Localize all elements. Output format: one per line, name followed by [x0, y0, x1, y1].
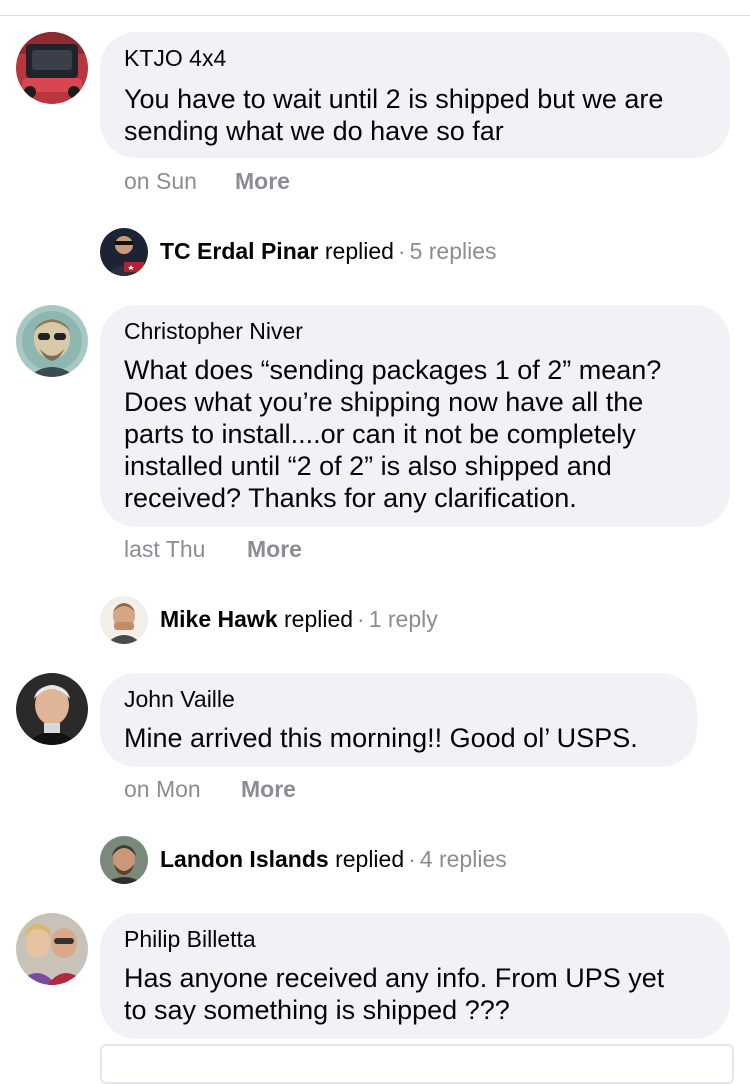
avatar-john-vaille[interactable]: [16, 673, 88, 745]
comment-text-line: installed until “2 of 2” is also shipped…: [124, 451, 612, 481]
avatar-christopher-niver[interactable]: [16, 305, 88, 377]
top-divider: [0, 15, 750, 16]
avatar-tc-erdal-pinar: [100, 228, 148, 276]
comment-timestamp[interactable]: on Sun: [124, 167, 197, 195]
comment-author[interactable]: KTJO 4x4: [124, 44, 226, 72]
reply-verb: replied: [284, 606, 354, 632]
separator-dot: ·: [408, 846, 416, 872]
comment-author[interactable]: Christopher Niver: [124, 317, 303, 345]
reply-count[interactable]: 4 replies: [420, 846, 507, 872]
reply-count[interactable]: 1 reply: [369, 606, 438, 632]
reply-author[interactable]: TC Erdal Pinar: [160, 238, 318, 264]
more-button[interactable]: More: [241, 775, 296, 803]
comment-text-line: Mine arrived this morning!! Good ol’ USP…: [124, 723, 638, 753]
comment-text-line: Has anyone received any info. From UPS y…: [124, 963, 665, 993]
comment-author[interactable]: John Vaille: [124, 685, 235, 713]
comment-author[interactable]: Philip Billetta: [124, 925, 256, 953]
avatar-mike-hawk: [100, 596, 148, 644]
comment-text-line: parts to install....or can it not be com…: [124, 419, 636, 449]
comment-timestamp[interactable]: on Mon: [124, 775, 201, 803]
separator-dot: ·: [357, 606, 365, 632]
reply-verb: replied: [335, 846, 405, 872]
reply-author[interactable]: Mike Hawk: [160, 606, 278, 632]
more-button[interactable]: More: [247, 535, 302, 563]
comment-text-line: to say something is shipped ???: [124, 995, 510, 1025]
reply-summary[interactable]: TC Erdal Pinar replied · 5 replies: [160, 237, 497, 265]
reply-author[interactable]: Landon Islands: [160, 846, 329, 872]
avatar-ktjo[interactable]: [16, 32, 88, 104]
comment-text-line: sending what we do have so far: [124, 116, 504, 146]
avatar-landon-islands: [100, 836, 148, 884]
reply-verb: replied: [324, 238, 394, 264]
reply-summary[interactable]: Landon Islands replied · 4 replies: [160, 845, 507, 873]
comment-timestamp[interactable]: last Thu: [124, 535, 205, 563]
reply-count[interactable]: 5 replies: [410, 238, 497, 264]
comment-text-line: received? Thanks for any clarification.: [124, 483, 577, 513]
comment-text-line: Does what you’re shipping now have all t…: [124, 387, 644, 417]
comment-input[interactable]: [100, 1044, 734, 1084]
more-button[interactable]: More: [235, 167, 290, 195]
avatar-philip-billetta[interactable]: [16, 913, 88, 985]
separator-dot: ·: [397, 238, 406, 264]
comment-text-line: What does “sending packages 1 of 2” mean…: [124, 355, 662, 385]
comment-text-line: You have to wait until 2 is shipped but …: [124, 84, 664, 114]
reply-summary[interactable]: Mike Hawk replied · 1 reply: [160, 605, 438, 633]
